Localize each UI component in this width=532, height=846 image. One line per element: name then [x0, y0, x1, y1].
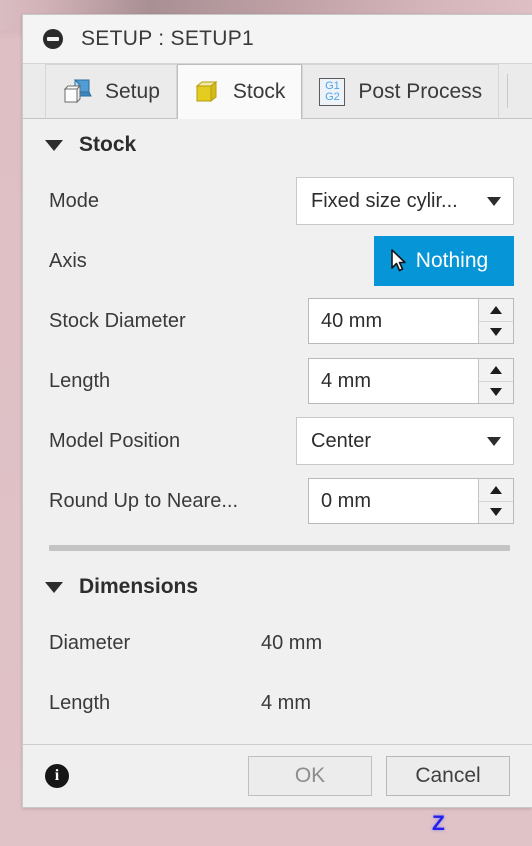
- row-dimension-length: Length 4 mm: [23, 673, 532, 733]
- dialog-titlebar: SETUP : SETUP1: [23, 15, 532, 64]
- section-title-stock: Stock: [79, 133, 137, 156]
- spinner-down-button[interactable]: [479, 382, 513, 404]
- dropdown-mode-value: Fixed size cylir...: [311, 189, 458, 212]
- row-mode: Mode Fixed size cylir...: [23, 171, 532, 231]
- label-mode: Mode: [49, 189, 100, 212]
- tab-stock-label: Stock: [232, 80, 286, 103]
- spinner-stock-diameter[interactable]: 40 mm: [308, 298, 514, 344]
- dropdown-model-position[interactable]: Center: [296, 417, 514, 465]
- info-icon[interactable]: i: [45, 764, 69, 788]
- label-model-position: Model Position: [49, 429, 181, 452]
- chevron-down-icon: [487, 436, 501, 446]
- row-model-position: Model Position Center: [23, 411, 532, 471]
- cancel-button[interactable]: Cancel: [386, 756, 510, 796]
- dialog-body: Stock Mode Fixed size cylir... Axis Noth…: [23, 119, 532, 744]
- triangle-up-icon: [490, 365, 502, 374]
- label-dimension-diameter: Diameter: [49, 631, 131, 654]
- spinner-down-button[interactable]: [479, 502, 513, 524]
- spinner-down-button[interactable]: [479, 322, 513, 344]
- tab-strip: Setup Stock G1 G2 Post Process: [23, 64, 532, 119]
- row-dimension-diameter: Diameter 40 mm: [23, 613, 532, 673]
- field-model-position: Center: [296, 417, 514, 465]
- section-header-dimensions[interactable]: Dimensions: [23, 561, 532, 613]
- spinner-round-up[interactable]: 0 mm: [308, 478, 514, 524]
- chevron-down-icon: [487, 196, 501, 206]
- selection-button-axis[interactable]: Nothing: [374, 236, 514, 286]
- label-round-up: Round Up to Neare...: [49, 489, 238, 512]
- field-length: 4 mm: [308, 358, 514, 404]
- spinner-stock-diameter-buttons: [479, 299, 513, 343]
- dropdown-mode[interactable]: Fixed size cylir...: [296, 177, 514, 225]
- section-divider: [49, 545, 510, 551]
- field-round-up: 0 mm: [308, 478, 514, 524]
- app-root: SETUP : SETUP1 Setup Stock G1 G2 Post Pr…: [0, 0, 532, 846]
- tab-strip-divider: [507, 74, 509, 108]
- field-axis: Nothing: [374, 236, 514, 286]
- ok-button[interactable]: OK: [248, 756, 372, 796]
- gcode-line-2: G2: [325, 90, 340, 103]
- triangle-up-icon: [490, 305, 502, 314]
- tab-setup-label: Setup: [105, 79, 160, 103]
- section-header-stock[interactable]: Stock: [23, 119, 532, 171]
- spinner-stock-diameter-value[interactable]: 40 mm: [309, 299, 479, 343]
- minimize-circle-icon[interactable]: [43, 29, 63, 49]
- spinner-length-buttons: [479, 359, 513, 403]
- label-length: Length: [49, 369, 111, 392]
- cube-yellow-icon: [194, 79, 220, 105]
- viewcube-axis-z-label[interactable]: Z: [432, 812, 445, 836]
- field-mode: Fixed size cylir...: [296, 177, 514, 225]
- triangle-down-icon: [490, 328, 502, 337]
- chevron-down-icon: [45, 581, 63, 593]
- dialog-title: SETUP : SETUP1: [81, 27, 255, 50]
- label-dimension-length: Length: [49, 691, 111, 714]
- row-axis: Axis Nothing: [23, 231, 532, 291]
- spinner-length[interactable]: 4 mm: [308, 358, 514, 404]
- dialog-footer: i OK Cancel: [23, 744, 532, 807]
- spinner-up-button[interactable]: [479, 359, 513, 382]
- gcode-g1g2-icon: G1 G2: [319, 77, 346, 106]
- value-dimension-length: 4 mm: [261, 691, 311, 714]
- section-title-dimensions: Dimensions: [79, 575, 199, 598]
- cube-blue-icon: [62, 78, 92, 106]
- tab-post-process-label: Post Process: [358, 79, 483, 103]
- spinner-up-button[interactable]: [479, 479, 513, 502]
- field-stock-diameter: 40 mm: [308, 298, 514, 344]
- spinner-round-up-buttons: [479, 479, 513, 523]
- gcode-line-1: G1: [325, 79, 340, 92]
- triangle-down-icon: [490, 388, 502, 397]
- spinner-length-value[interactable]: 4 mm: [309, 359, 479, 403]
- tab-setup[interactable]: Setup: [45, 64, 177, 118]
- cursor-arrow-icon: [390, 249, 408, 273]
- value-dimension-diameter: 40 mm: [261, 631, 323, 654]
- selection-button-axis-label: Nothing: [415, 249, 489, 272]
- row-length: Length 4 mm: [23, 351, 532, 411]
- row-stock-diameter: Stock Diameter 40 mm: [23, 291, 532, 351]
- tab-post-process[interactable]: G1 G2 Post Process: [302, 64, 500, 118]
- chevron-down-icon: [45, 139, 63, 151]
- row-round-up: Round Up to Neare... 0 mm: [23, 471, 532, 531]
- setup-dialog: SETUP : SETUP1 Setup Stock G1 G2 Post Pr…: [22, 14, 532, 808]
- tab-stock[interactable]: Stock: [176, 64, 303, 119]
- triangle-down-icon: [490, 508, 502, 517]
- dropdown-model-position-value: Center: [311, 429, 372, 452]
- label-stock-diameter: Stock Diameter: [49, 309, 186, 332]
- label-axis: Axis: [49, 249, 87, 272]
- spinner-round-up-value[interactable]: 0 mm: [309, 479, 479, 523]
- triangle-up-icon: [490, 485, 502, 494]
- spinner-up-button[interactable]: [479, 299, 513, 322]
